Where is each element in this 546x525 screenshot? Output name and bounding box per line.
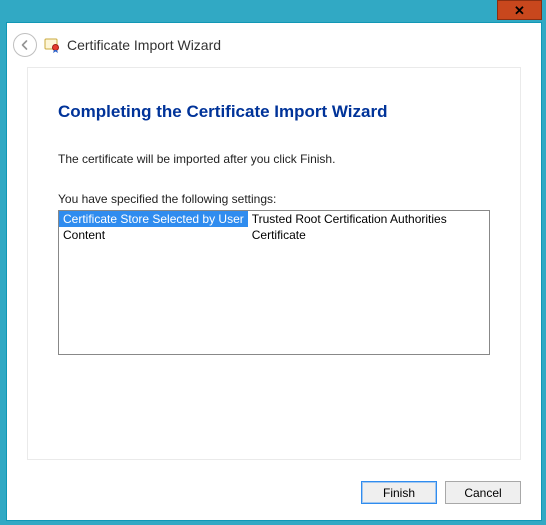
page-description: The certificate will be imported after y…	[58, 152, 490, 166]
dialog-window: Certificate Import Wizard Completing the…	[6, 22, 542, 521]
settings-value: Trusted Root Certification Authorities	[248, 211, 489, 227]
certificate-wizard-icon	[43, 36, 61, 54]
window-close-button[interactable]: ✕	[497, 0, 542, 20]
dialog-title: Certificate Import Wizard	[67, 37, 221, 53]
settings-row[interactable]: Certificate Store Selected by UserTruste…	[59, 211, 489, 227]
page-title: Completing the Certificate Import Wizard	[58, 102, 490, 122]
settings-key: Certificate Store Selected by User	[59, 211, 248, 227]
back-button[interactable]	[13, 33, 37, 57]
dialog-header: Certificate Import Wizard	[7, 23, 541, 67]
settings-label: You have specified the following setting…	[58, 192, 490, 206]
settings-row[interactable]: ContentCertificate	[59, 227, 489, 243]
titlebar: ✕	[0, 0, 546, 22]
finish-button[interactable]: Finish	[361, 481, 437, 504]
window-chrome: ✕ Certificate Import Wizard	[0, 0, 546, 525]
close-icon: ✕	[514, 4, 525, 17]
dialog-footer: Finish Cancel	[27, 481, 521, 504]
dialog-content: Completing the Certificate Import Wizard…	[27, 67, 521, 460]
cancel-button[interactable]: Cancel	[445, 481, 521, 504]
back-arrow-icon	[18, 38, 32, 52]
settings-value: Certificate	[248, 227, 489, 243]
settings-key: Content	[59, 227, 248, 243]
settings-list[interactable]: Certificate Store Selected by UserTruste…	[58, 210, 490, 355]
